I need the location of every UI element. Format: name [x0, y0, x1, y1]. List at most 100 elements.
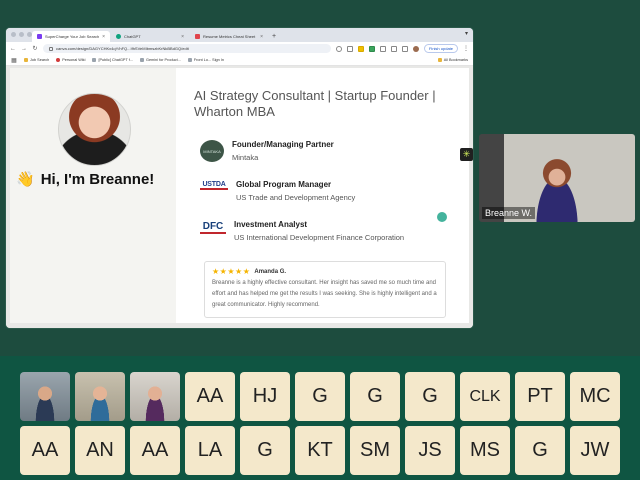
ustda-logo: USTDA [200, 180, 228, 190]
experience-item: USTDA Global Program Manager US Trade an… [200, 180, 355, 202]
collaborator-cursor-icon [437, 212, 447, 222]
participant-tile[interactable]: AA [20, 426, 70, 475]
participant-tile[interactable]: LA [185, 426, 235, 475]
back-icon[interactable]: ← [10, 46, 16, 52]
participant-tile[interactable]: G [295, 372, 345, 421]
page-icon [92, 58, 97, 62]
close-icon[interactable]: × [181, 34, 184, 40]
reaction-icon[interactable]: ✳ [460, 148, 473, 161]
bookmark-personal-wiki[interactable]: Personal Wiki [56, 58, 85, 62]
participant-tile[interactable]: JS [405, 426, 455, 475]
participant-tile[interactable]: G [515, 426, 565, 475]
design-canvas[interactable]: 👋 Hi, I'm Breanne! AI Strategy Consultan… [10, 68, 469, 323]
doc-icon [195, 34, 200, 39]
experience-title: Investment Analyst [234, 220, 308, 229]
address-bar[interactable]: canva.com/design/DAGYCHKx4qY/hFQ...IfhSV… [43, 44, 331, 53]
participant-tile[interactable]: CLK [460, 372, 510, 421]
participant-video [527, 156, 587, 222]
dfc-logo: DFC [200, 220, 226, 234]
all-bookmarks[interactable]: All Bookmarks [437, 58, 468, 62]
participant-tile[interactable]: MC [570, 372, 620, 421]
bookmark-chatgpt[interactable]: [Public] ChatGPT f... [92, 58, 133, 62]
testimonial-text: Breanne is a highly effective consultant… [212, 280, 437, 308]
toolbar-icons: Finish update ⋮ [335, 44, 469, 53]
testimonial-card: ★★★★★ Amanda G. Breanne is a highly effe… [204, 261, 446, 318]
close-icon[interactable]: × [102, 34, 105, 40]
canva-page: 👋 Hi, I'm Breanne! AI Strategy Consultan… [6, 66, 473, 328]
browser-toolbar: ← → ↻ canva.com/design/DAGYCHKx4qY/hFQ..… [6, 42, 473, 55]
tab-supercharge[interactable]: SuperCharge Your Job Search × [32, 31, 110, 42]
menu-icon[interactable]: ⋮ [463, 45, 469, 52]
bookmarks-bar: ▦ Job Search Personal Wiki [Public] Chat… [6, 55, 473, 66]
self-video-tile[interactable]: Breanne W. [479, 134, 635, 222]
experience-org: Mintaka [232, 153, 259, 162]
participant-tile[interactable]: HJ [240, 372, 290, 421]
participant-tile[interactable]: AA [130, 426, 180, 475]
participant-video-tile[interactable] [20, 372, 70, 421]
close-icon[interactable]: × [260, 34, 263, 40]
tab-chatgpt[interactable]: ChatGPT × [111, 31, 189, 42]
participant-tile[interactable]: AN [75, 426, 125, 475]
canva-icon [37, 34, 42, 39]
participant-tile[interactable]: G [405, 372, 455, 421]
participant-gallery: AA HJ G G G CLK PT MC AA AN AA LA G KT S… [20, 372, 632, 475]
zoom-icon[interactable] [335, 45, 342, 52]
experience-title: Global Program Manager [236, 180, 332, 189]
reload-icon[interactable]: ↻ [32, 45, 38, 52]
profile-avatar[interactable] [412, 45, 419, 52]
reviewer-name: Amanda G. [254, 268, 287, 275]
tab-search-icon[interactable]: ▾ [465, 30, 468, 37]
url-text: canva.com/design/DAGYCHKx4qY/hFQ...IfhSV… [56, 46, 189, 51]
greeting-text: Hi, I'm Breanne! [40, 170, 155, 188]
experience-org: US Trade and Development Agency [236, 193, 356, 202]
participant-tile[interactable]: MS [460, 426, 510, 475]
mintaka-logo: MINTAKA [200, 140, 224, 162]
participant-tile[interactable]: G [350, 372, 400, 421]
extension-icon[interactable] [368, 45, 375, 52]
participant-tile[interactable]: SM [350, 426, 400, 475]
participant-tile[interactable]: PT [515, 372, 565, 421]
bookmark-star-icon[interactable] [346, 45, 353, 52]
extensions-puzzle-icon[interactable] [379, 45, 386, 52]
download-icon[interactable] [390, 45, 397, 52]
page-icon [187, 58, 192, 62]
profile-headline: AI Strategy Consultant | Startup Founder… [194, 88, 436, 119]
greeting: 👋 Hi, I'm Breanne! [16, 170, 155, 189]
profile-photo [58, 93, 131, 166]
participant-tile[interactable]: AA [185, 372, 235, 421]
forward-icon[interactable]: → [21, 46, 27, 52]
shared-browser-window: SuperCharge Your Job Search × ChatGPT × … [6, 28, 473, 328]
side-panel-icon[interactable] [401, 45, 408, 52]
new-tab-button[interactable]: + [272, 31, 276, 42]
tab-strip: SuperCharge Your Job Search × ChatGPT × … [6, 28, 473, 42]
participant-video-tile[interactable] [130, 372, 180, 421]
chatgpt-icon [116, 34, 121, 39]
tab-resume-metrics[interactable]: Resume Metrics Cheat Sheet × [190, 31, 268, 42]
extension-icon[interactable] [357, 45, 364, 52]
bookmark-gemini[interactable]: Gemini for Product... [139, 58, 181, 62]
experience-item: MINTAKA Founder/Managing Partner Mintaka [200, 140, 334, 162]
star-rating: ★★★★★ [212, 267, 251, 276]
intro-panel: 👋 Hi, I'm Breanne! [10, 68, 176, 323]
participant-video [87, 384, 113, 421]
window-controls[interactable] [11, 32, 32, 37]
participant-name-label: Breanne W. [482, 207, 536, 219]
folder-icon [24, 58, 28, 62]
participant-video [142, 384, 168, 421]
experience-item: DFC Investment Analyst US International … [200, 220, 404, 242]
finish-update-button[interactable]: Finish update [423, 44, 458, 53]
participant-tile[interactable]: G [240, 426, 290, 475]
apps-icon[interactable]: ▦ [11, 57, 17, 64]
experience-org: US International Development Finance Cor… [234, 233, 405, 242]
participant-video [32, 384, 58, 421]
participant-tile[interactable]: JW [570, 426, 620, 475]
bookmark-job-search[interactable]: Job Search [24, 58, 49, 62]
testimonial-header: ★★★★★ Amanda G. [212, 267, 438, 276]
wiki-icon [56, 58, 61, 62]
participant-tile[interactable]: KT [295, 426, 345, 475]
waving-hand-icon: 👋 [16, 171, 35, 188]
bookmark-front[interactable]: Front Lo... Sign In [187, 58, 224, 62]
participant-video-tile[interactable] [75, 372, 125, 421]
site-info-icon[interactable] [49, 46, 53, 51]
page-icon [139, 58, 144, 62]
